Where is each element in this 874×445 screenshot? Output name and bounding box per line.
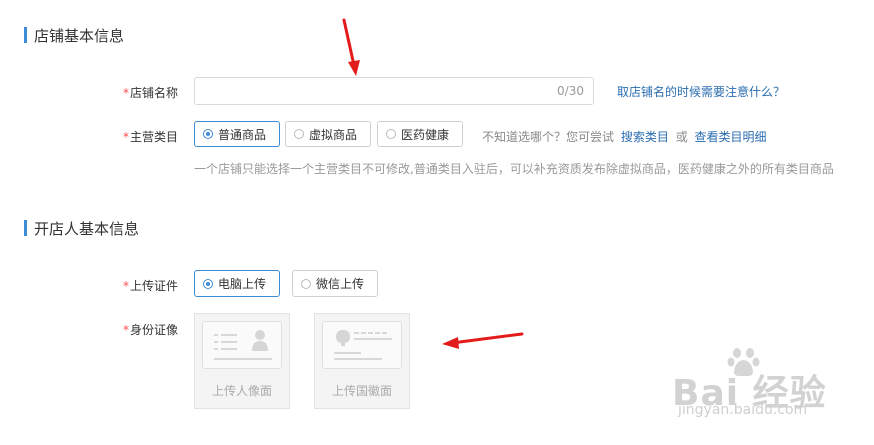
store-name-label: *店铺名称: [100, 84, 178, 101]
id-emblem-side-icon: [322, 321, 402, 369]
radio-unchecked-icon: [301, 278, 311, 289]
category-hint-text: 不知道选哪个？您可尝试: [482, 130, 615, 144]
store-name-tip-link[interactable]: 取店铺名的时候需要注意什么？: [617, 83, 785, 100]
category-hint: 不知道选哪个？您可尝试 搜索类目 或 查看类目明细: [482, 128, 770, 145]
category-note: 一个店铺只能选择一个主营类目不可修改,普通类目入驻后，可以补充资质发布除虚拟商品…: [194, 162, 834, 176]
category-option-medical[interactable]: 医药健康: [377, 121, 463, 147]
upload-emblem-caption: 上传国徽面: [331, 384, 392, 398]
red-arrow-left-icon: [442, 332, 524, 349]
main-category-label-text: 主营类目: [129, 130, 178, 144]
category-option-general[interactable]: 普通商品: [194, 121, 280, 147]
section-accent-bar: [24, 220, 27, 236]
category-option-label: 普通商品: [218, 127, 267, 142]
category-option-label: 医药健康: [401, 127, 450, 142]
upload-portrait-caption: 上传人像面: [211, 384, 272, 398]
required-mark: *: [122, 279, 129, 293]
id-portrait-side-icon: [202, 321, 282, 369]
radio-unchecked-icon: [294, 129, 304, 139]
category-option-label: 虚拟商品: [309, 127, 358, 142]
store-section-title-text: 店铺基本信息: [34, 26, 125, 45]
radio-checked-icon: [203, 278, 213, 289]
upload-option-wechat[interactable]: 微信上传: [292, 270, 378, 297]
store-section-title: 店铺基本信息: [24, 26, 125, 45]
owner-section-title: 开店人基本信息: [24, 219, 140, 238]
upload-method-label: *上传证件: [100, 277, 178, 294]
id-photo-label: *身份证像: [100, 321, 178, 338]
red-arrow-down-icon: [342, 18, 360, 76]
owner-section-title-text: 开店人基本信息: [34, 219, 140, 238]
required-mark: *: [122, 86, 129, 100]
upload-option-label: 微信上传: [316, 277, 365, 291]
upload-emblem-side-button[interactable]: 上传国徽面: [314, 313, 410, 409]
id-photo-label-text: 身份证像: [129, 323, 178, 337]
category-option-virtual[interactable]: 虚拟商品: [285, 121, 371, 147]
store-name-label-text: 店铺名称: [129, 86, 178, 100]
category-hint-or: 或: [675, 130, 688, 144]
store-name-field[interactable]: 0/30: [194, 77, 594, 105]
store-name-input[interactable]: [195, 78, 535, 104]
section-accent-bar: [24, 27, 27, 43]
baidu-jingyan-watermark: Bai 经验 jingyan.baidu.com: [672, 348, 872, 428]
upload-method-label-text: 上传证件: [129, 279, 178, 293]
watermark-url: jingyan.baidu.com: [678, 402, 808, 418]
required-mark: *: [122, 323, 129, 337]
view-category-detail-link[interactable]: 查看类目明细: [695, 130, 767, 144]
main-category-label: *主营类目: [100, 128, 178, 145]
required-mark: *: [122, 130, 129, 144]
store-name-counter: 0/30: [557, 84, 584, 98]
search-category-link[interactable]: 搜索类目: [621, 130, 669, 144]
upload-portrait-side-button[interactable]: 上传人像面: [194, 313, 290, 409]
radio-checked-icon: [203, 129, 213, 139]
upload-option-label: 电脑上传: [218, 277, 267, 291]
upload-option-computer[interactable]: 电脑上传: [194, 270, 280, 297]
radio-unchecked-icon: [386, 129, 396, 139]
